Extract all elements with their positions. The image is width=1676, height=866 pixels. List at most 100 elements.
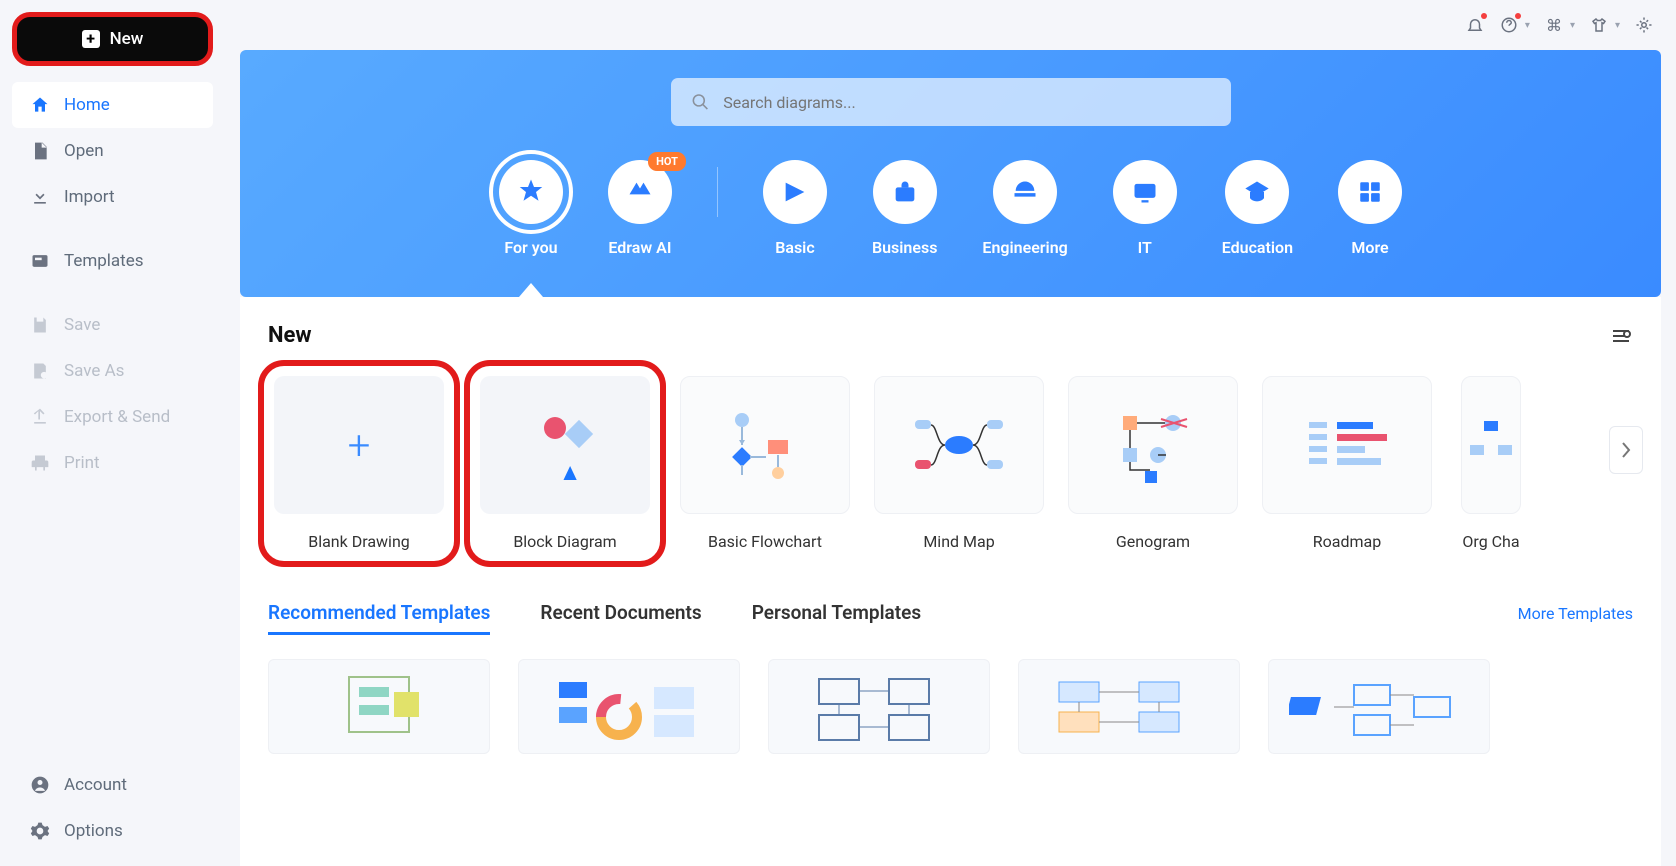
home-icon (30, 95, 50, 115)
template-label: Block Diagram (513, 532, 616, 551)
recommended-row (268, 659, 1633, 754)
category-label: More (1351, 238, 1388, 257)
category-label: Edraw AI (608, 238, 671, 257)
it-icon (1113, 160, 1177, 224)
recommended-thumbnail[interactable] (268, 659, 490, 754)
sidebar-item-label: Open (64, 141, 104, 161)
search-input[interactable] (723, 93, 1210, 112)
new-button[interactable]: + New (12, 12, 213, 66)
template-label: Genogram (1116, 532, 1190, 551)
category-label: Basic (775, 238, 814, 257)
export-icon (30, 407, 50, 427)
recommended-thumbnail[interactable] (1268, 659, 1490, 754)
filter-icon[interactable] (1609, 324, 1633, 348)
recommended-thumbnail[interactable] (1018, 659, 1240, 754)
tab-recent[interactable]: Recent Documents (540, 601, 701, 632)
main-area: ▾ ⌘ ▾ ▾ For you HOT (225, 0, 1676, 866)
tab-recommended[interactable]: Recommended Templates (268, 601, 490, 635)
templates-next-button[interactable] (1609, 426, 1643, 474)
sidebar-item-export: Export & Send (12, 394, 213, 440)
sidebar-item-import[interactable]: Import (12, 174, 213, 220)
template-thumbnail (1068, 376, 1238, 514)
category-more[interactable]: More (1338, 160, 1402, 257)
ai-icon: HOT (608, 160, 672, 224)
basic-icon (763, 160, 827, 224)
hero-banner: For you HOT Edraw AI Basic Bus (240, 50, 1661, 297)
file-icon (30, 141, 50, 161)
sidebar: + New Home Open Import Templates Save (0, 0, 225, 866)
settings-icon[interactable] (1634, 15, 1654, 35)
chevron-down-icon: ▾ (1570, 20, 1575, 31)
sidebar-item-account[interactable]: Account (12, 762, 213, 808)
template-label: Roadmap (1313, 532, 1381, 551)
topbar: ▾ ⌘ ▾ ▾ (225, 0, 1676, 50)
save-icon (30, 315, 50, 335)
template-label: Org Cha (1462, 532, 1519, 551)
template-roadmap[interactable]: Roadmap (1262, 376, 1432, 551)
template-blank-drawing[interactable]: + Blank Drawing (258, 360, 460, 567)
category-label: Business (872, 238, 937, 257)
template-org-chart[interactable]: Org Cha (1456, 376, 1526, 551)
education-icon (1225, 160, 1289, 224)
sidebar-item-label: Export & Send (64, 407, 170, 427)
template-thumbnail (1262, 376, 1432, 514)
template-thumbnail (874, 376, 1044, 514)
section-title: New (268, 323, 312, 348)
category-label: Engineering (982, 238, 1067, 257)
tab-personal[interactable]: Personal Templates (752, 601, 921, 632)
import-icon (30, 187, 50, 207)
category-label: IT (1138, 238, 1152, 257)
more-icon (1338, 160, 1402, 224)
category-business[interactable]: Business (872, 160, 937, 257)
print-icon (30, 453, 50, 473)
sidebar-item-label: Save (64, 315, 100, 335)
template-label: Basic Flowchart (708, 532, 822, 551)
command-icon[interactable]: ⌘ (1544, 15, 1564, 35)
recommended-thumbnail[interactable] (768, 659, 990, 754)
help-icon[interactable] (1499, 15, 1519, 35)
shirt-icon[interactable] (1589, 15, 1609, 35)
more-templates-link[interactable]: More Templates (1518, 604, 1633, 623)
sidebar-item-open[interactable]: Open (12, 128, 213, 174)
template-block-diagram[interactable]: Block Diagram (464, 360, 666, 567)
sidebar-item-label: Home (64, 95, 110, 115)
recommended-thumbnail[interactable] (518, 659, 740, 754)
sidebar-item-label: Print (64, 453, 100, 473)
category-edraw-ai[interactable]: HOT Edraw AI (608, 160, 672, 257)
sidebar-item-print: Print (12, 440, 213, 486)
sidebar-item-home[interactable]: Home (12, 82, 213, 128)
for-you-icon (499, 160, 563, 224)
search-icon (691, 92, 710, 112)
sidebar-item-label: Account (64, 775, 127, 795)
template-label: Mind Map (923, 532, 994, 551)
search-box[interactable] (671, 78, 1231, 126)
templates-row: + Blank Drawing Block Diagram Basic Flow… (268, 376, 1633, 551)
category-basic[interactable]: Basic (763, 160, 827, 257)
sidebar-item-label: Templates (64, 251, 144, 271)
template-basic-flowchart[interactable]: Basic Flowchart (680, 376, 850, 551)
category-engineering[interactable]: Engineering (982, 160, 1067, 257)
sidebar-item-options[interactable]: Options (12, 808, 213, 854)
sidebar-item-save: Save (12, 302, 213, 348)
notification-dot (1481, 13, 1487, 19)
plus-icon: + (82, 30, 100, 48)
template-label: Blank Drawing (308, 532, 410, 551)
category-it[interactable]: IT (1113, 160, 1177, 257)
plus-icon: + (348, 422, 371, 469)
gear-icon (30, 821, 50, 841)
save-as-icon (30, 361, 50, 381)
sidebar-item-save-as: Save As (12, 348, 213, 394)
template-thumbnail (1461, 376, 1521, 514)
template-thumbnail (680, 376, 850, 514)
account-icon (30, 775, 50, 795)
bell-icon[interactable] (1465, 15, 1485, 35)
chevron-down-icon: ▾ (1525, 20, 1530, 31)
category-for-you[interactable]: For you (499, 160, 563, 257)
template-genogram[interactable]: Genogram (1068, 376, 1238, 551)
template-mind-map[interactable]: Mind Map (874, 376, 1044, 551)
sidebar-item-templates[interactable]: Templates (12, 238, 213, 284)
business-icon (873, 160, 937, 224)
template-thumbnail: + (274, 376, 444, 514)
template-thumbnail (480, 376, 650, 514)
category-education[interactable]: Education (1222, 160, 1293, 257)
